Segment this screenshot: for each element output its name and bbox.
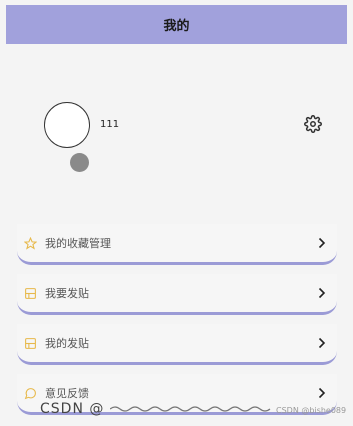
post-icon <box>23 286 37 300</box>
menu-item-label: 我的收藏管理 <box>45 237 111 250</box>
chevron-right-icon <box>317 237 327 249</box>
page-title: 我的 <box>163 19 190 34</box>
post-icon <box>23 336 37 350</box>
watermark-author: CSDN @bishe089 <box>276 406 347 415</box>
feedback-icon <box>23 386 37 400</box>
watermark-text: CSDN @ <box>40 401 105 417</box>
menu-item-label: 我要发贴 <box>45 287 89 300</box>
chevron-right-icon <box>317 287 327 299</box>
chevron-right-icon <box>317 337 327 349</box>
avatar-status-dot <box>70 153 89 172</box>
avatar[interactable] <box>44 102 90 148</box>
menu-item-label: 意见反馈 <box>45 387 89 400</box>
gear-icon[interactable] <box>304 115 322 133</box>
menu-item-label: 我的发贴 <box>45 337 89 350</box>
star-icon <box>23 236 37 250</box>
chevron-right-icon <box>317 387 327 399</box>
menu-item-create-post[interactable]: 我要发贴 <box>17 274 337 315</box>
username: 111 <box>100 119 120 130</box>
menu-item-favorites[interactable]: 我的收藏管理 <box>17 224 337 265</box>
menu-item-my-posts[interactable]: 我的发贴 <box>17 324 337 365</box>
header-bar: 我的 <box>6 5 347 44</box>
